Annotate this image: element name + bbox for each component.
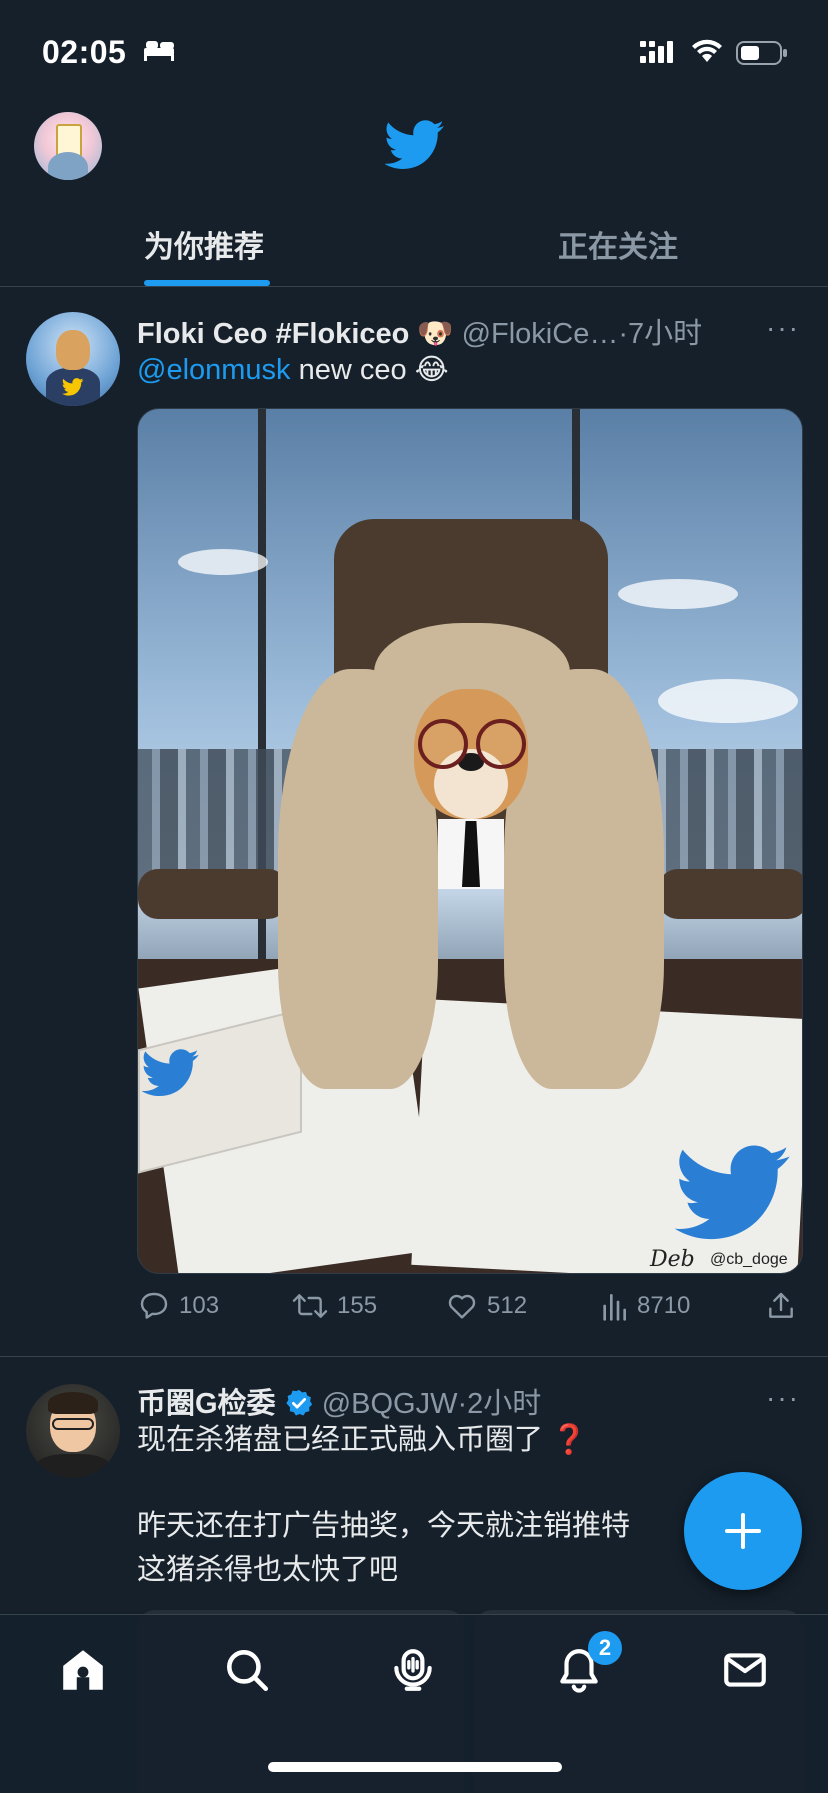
active-tab-indicator — [144, 280, 270, 286]
question-emoji: ❓ — [551, 1424, 588, 1456]
retweet-count: 155 — [337, 1292, 378, 1319]
retweet-icon — [292, 1294, 328, 1318]
tweet-text-line: 这猪杀得也太快了吧 — [137, 1554, 399, 1586]
search-icon[interactable] — [222, 1645, 272, 1695]
reply-icon — [140, 1292, 168, 1319]
glasses-lens — [418, 719, 468, 769]
twitter-bird-icon — [142, 1049, 199, 1097]
tweet-text-line: 昨天还在打广告抽奖，今天就注销推特 — [137, 1510, 631, 1542]
status-bar: 02:05 — [0, 0, 828, 100]
home-icon[interactable] — [58, 1645, 108, 1695]
tweet-actions: 103 155 512 8710 — [137, 1290, 803, 1334]
messages-icon[interactable] — [720, 1645, 770, 1695]
tweet-text-line: 现在杀猪盘已经正式融入币圈了 ❓ — [137, 1418, 587, 1462]
dog-emoji: 🐶 — [417, 318, 454, 350]
tweet-text-content: new ceo — [290, 354, 415, 386]
cloud — [658, 679, 798, 723]
image-signature: Deb — [650, 1247, 695, 1272]
retweet-button[interactable]: 155 — [291, 1290, 377, 1322]
tweet-timestamp[interactable]: ·2小时 — [457, 1388, 541, 1420]
battery-icon — [736, 41, 787, 65]
status-time: 02:05 — [42, 34, 127, 70]
wig-right — [504, 669, 664, 1089]
tweet-author-avatar[interactable] — [26, 312, 120, 406]
reply-count: 103 — [179, 1292, 220, 1319]
avatar-hair-graphic — [48, 1392, 98, 1414]
home-indicator[interactable] — [268, 1762, 562, 1772]
cloud — [178, 549, 268, 575]
wifi-icon — [692, 39, 722, 62]
cloud — [618, 579, 738, 609]
reply-button[interactable]: 103 — [137, 1290, 219, 1322]
like-button[interactable]: 512 — [445, 1290, 527, 1322]
compose-tweet-button[interactable] — [684, 1472, 802, 1590]
tweet-header: 币圈G检委 @BQGJW·2小时 — [137, 1380, 541, 1422]
author-display-name[interactable]: 币圈G检委 — [137, 1388, 276, 1420]
avatar-body-graphic — [36, 1454, 110, 1478]
tweet-more-button[interactable]: ··· — [766, 312, 800, 344]
image-watermark: @cb_doge — [710, 1251, 788, 1268]
views-chart-icon — [603, 1294, 626, 1321]
timeline-tabs: 为你推荐 正在关注 — [0, 200, 828, 287]
views-button[interactable]: 8710 — [599, 1290, 690, 1322]
view-count: 8710 — [637, 1292, 691, 1319]
tab-for-you[interactable]: 为你推荐 — [144, 222, 264, 266]
author-handle[interactable]: @BQGJW — [322, 1388, 458, 1420]
avatar-dog-graphic — [56, 330, 90, 370]
tweet-text: @elonmusk new ceo 😂 — [137, 348, 449, 392]
twitter-bird-logo-icon[interactable] — [385, 120, 445, 170]
tweet-timestamp[interactable]: ·7小时 — [618, 318, 702, 350]
laughing-emoji: 😂 — [414, 354, 449, 386]
plus-icon — [725, 1513, 761, 1549]
tweet-divider — [0, 1356, 828, 1357]
tweet-header: Floki Ceo #Flokiceo 🐶 @FlokiCe…·7小时 — [137, 310, 702, 352]
chair-arm — [658, 869, 802, 919]
avatar-bird-icon — [62, 378, 84, 396]
spaces-icon[interactable] — [388, 1645, 438, 1695]
heart-icon — [448, 1294, 476, 1319]
tweet-image[interactable]: Deb @cb_doge — [137, 408, 803, 1274]
notification-badge: 2 — [588, 1631, 622, 1665]
share-button[interactable] — [765, 1290, 797, 1322]
tab-following[interactable]: 正在关注 — [558, 222, 678, 266]
chair-arm — [138, 869, 288, 919]
sleep-focus-icon — [144, 41, 174, 61]
verified-badge-icon — [286, 1389, 312, 1416]
tweet-author-avatar[interactable] — [26, 1384, 120, 1478]
glasses-lens — [476, 719, 526, 769]
like-count: 512 — [487, 1292, 528, 1319]
avatar-glasses-graphic — [52, 1418, 94, 1430]
author-handle[interactable]: @FlokiCe… — [462, 318, 619, 350]
avatar-figure-graphic — [48, 152, 88, 180]
mention-link[interactable]: @elonmusk — [137, 354, 291, 386]
author-display-name[interactable]: Floki Ceo #Flokiceo — [137, 318, 409, 350]
twitter-bird-icon — [674, 1145, 790, 1240]
profile-avatar[interactable] — [34, 112, 102, 180]
share-icon — [769, 1292, 793, 1318]
wig-left — [278, 669, 438, 1089]
tweet-text-content: 现在杀猪盘已经正式融入币圈了 — [137, 1424, 544, 1456]
tweet-more-button[interactable]: ··· — [766, 1382, 800, 1414]
cellular-signal-icon — [640, 41, 673, 63]
